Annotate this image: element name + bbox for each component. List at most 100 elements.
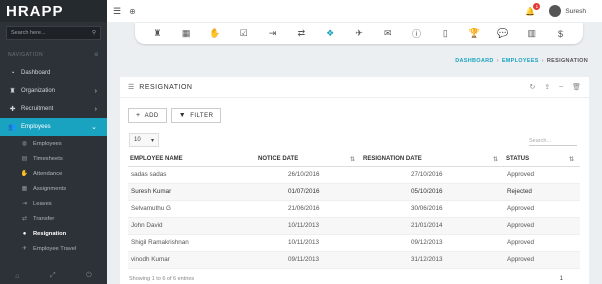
sidebar-search-placeholder: Search here... xyxy=(11,30,46,36)
page-length-value: 10 xyxy=(134,137,141,143)
sidebar-item-organization[interactable]: ♜ Organization › xyxy=(0,82,107,100)
sidebar-subitem-leaves[interactable]: ⇥ Leaves xyxy=(0,196,107,211)
sidebar-subitem-transfer[interactable]: ⇄ Transfer xyxy=(0,211,107,226)
home-icon[interactable]: ⌂ xyxy=(15,273,19,280)
column-header-notice-date[interactable]: NOTICE DATE ⇅ xyxy=(256,153,361,167)
sidebar-item-recruitment[interactable]: ✚ Recruitment › xyxy=(0,100,107,118)
cell-employee-name: John David xyxy=(128,217,256,235)
sidebar-item-label: Organization xyxy=(21,88,56,94)
fullscreen-icon[interactable]: ⤢ xyxy=(50,272,56,280)
search-icon: ⚲ xyxy=(91,30,96,36)
export-icon[interactable]: ⇪ xyxy=(544,83,550,91)
refresh-icon[interactable]: ↻ xyxy=(529,83,535,91)
column-header-employee-name[interactable]: EMPLOYEE NAME xyxy=(128,153,256,167)
cell-notice-date: 01/07/2016 xyxy=(256,183,361,201)
sidebar-subitem-label: Resignation xyxy=(33,230,67,237)
sidebar-subitem-label: Attendance xyxy=(33,170,63,177)
calendar-icon[interactable]: ▦ xyxy=(179,28,193,39)
menu-icon[interactable]: ☰ xyxy=(113,6,121,17)
cell-status: Approved xyxy=(504,234,580,252)
sidebar-subitem-resignation[interactable]: ● Resignation xyxy=(0,226,107,241)
chat-icon[interactable]: 💬 xyxy=(496,28,510,39)
add-button[interactable]: + ADD xyxy=(128,108,167,123)
sidebar-subitem-employee-travel[interactable]: ✈ Employee Travel xyxy=(0,241,107,256)
cell-resignation-date: 30/06/2016 xyxy=(361,200,504,218)
table-row[interactable]: Shigil Ramakrishnan 10/11/2013 09/12/201… xyxy=(128,234,580,252)
collapse-icon[interactable]: – xyxy=(559,83,563,91)
checklist-icon[interactable]: ☑ xyxy=(237,28,251,39)
breadcrumb-section[interactable]: EMPLOYEES xyxy=(502,58,539,64)
user-name[interactable]: Suresh xyxy=(565,8,586,15)
cell-resignation-date: 31/12/2013 xyxy=(361,251,504,269)
column-header-label: EMPLOYEE NAME xyxy=(130,156,183,163)
chevron-right-icon: › xyxy=(94,105,97,113)
recruitment-icon: ✚ xyxy=(9,106,16,113)
info-icon[interactable]: ⓘ xyxy=(410,27,424,40)
cell-employee-name: sadas sadas xyxy=(128,166,256,184)
globe-icon[interactable]: ⊕ xyxy=(129,7,136,16)
resignation-icon[interactable]: ❖ xyxy=(323,28,337,39)
plane-icon: ✈ xyxy=(21,246,28,252)
bar-chart-icon[interactable]: ▥ xyxy=(525,28,539,39)
breadcrumb-home[interactable]: DASHBOARD xyxy=(455,58,493,64)
plane-icon[interactable]: ✈ xyxy=(352,28,366,39)
sidebar-search-input[interactable]: Search here... ⚲ xyxy=(6,26,101,40)
settings-icon[interactable]: ⚙ xyxy=(94,52,99,58)
power-icon[interactable]: ⏻ xyxy=(86,272,92,280)
trophy-icon[interactable]: 🏆 xyxy=(467,28,481,39)
delete-icon[interactable]: 🗑 xyxy=(572,83,581,91)
column-header-label: STATUS xyxy=(506,156,530,163)
column-header-label: RESIGNATION DATE xyxy=(363,156,422,163)
cell-notice-date: 10/11/2013 xyxy=(256,217,361,235)
table-search-placeholder: Search... xyxy=(529,137,552,144)
organization-icon: ♜ xyxy=(9,88,16,95)
organization-icon[interactable]: ♜ xyxy=(150,28,164,39)
sidebar-subitem-label: Timesheets xyxy=(33,155,63,162)
cell-notice-date: 26/10/2016 xyxy=(256,166,361,184)
assignments-icon: ▦ xyxy=(21,186,28,192)
money-icon[interactable]: $ xyxy=(554,29,568,39)
dashboard-icon: ◔ xyxy=(10,69,15,77)
sidebar-item-employees[interactable]: 👥 Employees ⌄ xyxy=(0,118,107,136)
transfer-icon[interactable]: ⇄ xyxy=(294,28,308,39)
inbox-icon[interactable]: ✉ xyxy=(381,28,395,39)
sidebar-subitem-attendance[interactable]: ✋ Attendance xyxy=(0,166,107,181)
resignation-table: EMPLOYEE NAME NOTICE DATE ⇅ RESIGNATION D… xyxy=(128,153,580,269)
page-length-select[interactable]: 10 ▾ xyxy=(129,133,159,147)
table-row[interactable]: vinodh Kumar 09/11/2013 31/12/2013 Appro… xyxy=(128,251,580,269)
cell-resignation-date: 27/10/2016 xyxy=(361,166,504,184)
cell-status: Approved xyxy=(504,166,580,184)
notification-badge: 1 xyxy=(533,2,541,10)
sidebar-subitem-label: Employees xyxy=(33,140,62,147)
sidebar-subitem-employees[interactable]: ◍ Employees xyxy=(0,136,107,151)
table-search-input[interactable]: Search... xyxy=(529,136,577,146)
users-icon: 👥 xyxy=(8,124,17,131)
caret-down-icon: ▾ xyxy=(150,137,154,144)
sidebar-item-dashboard[interactable]: ◔ Dashboard xyxy=(0,64,107,82)
sidebar-subitem-timesheets[interactable]: ▤ Timesheets xyxy=(0,151,107,166)
cell-resignation-date: 09/12/2013 xyxy=(361,234,504,252)
pagination-page-1[interactable]: 1 xyxy=(560,276,563,282)
sort-icon: ⇅ xyxy=(492,157,498,164)
page-title: RESIGNATION xyxy=(139,83,193,91)
notification-bell[interactable]: 🔔 1 xyxy=(525,2,541,16)
filter-button[interactable]: ▼ FILTER xyxy=(170,108,222,123)
table-row[interactable]: sadas sadas 26/10/2016 27/10/2016 Approv… xyxy=(128,166,580,184)
breadcrumb-current: RESIGNATION xyxy=(546,58,588,64)
column-header-resignation-date[interactable]: RESIGNATION DATE ⇅ xyxy=(361,153,504,167)
add-button-label: ADD xyxy=(144,112,159,119)
table-row[interactable]: Selvamuthu G 21/06/2016 30/06/2016 Appro… xyxy=(128,200,580,218)
brand-logo[interactable]: HRAPP xyxy=(0,0,107,22)
hand-icon[interactable]: ✋ xyxy=(208,28,222,39)
transfer-icon: ⇄ xyxy=(21,216,28,222)
cell-notice-date: 09/11/2013 xyxy=(256,251,361,269)
table-row[interactable]: John David 10/11/2013 21/01/2014 Approve… xyxy=(128,217,580,235)
user-icon: ◍ xyxy=(21,141,28,147)
avatar[interactable] xyxy=(549,5,562,17)
sidebar-subitem-assignments[interactable]: ▦ Assignments xyxy=(0,181,107,196)
column-header-status[interactable]: STATUS ⇅ xyxy=(504,153,580,167)
exit-icon[interactable]: ⇥ xyxy=(266,28,280,39)
resignation-icon: ● xyxy=(22,230,27,237)
document-icon[interactable]: ▯ xyxy=(438,28,452,39)
table-row[interactable]: Suresh Kumar 01/07/2016 05/10/2016 Rejec… xyxy=(128,183,580,201)
